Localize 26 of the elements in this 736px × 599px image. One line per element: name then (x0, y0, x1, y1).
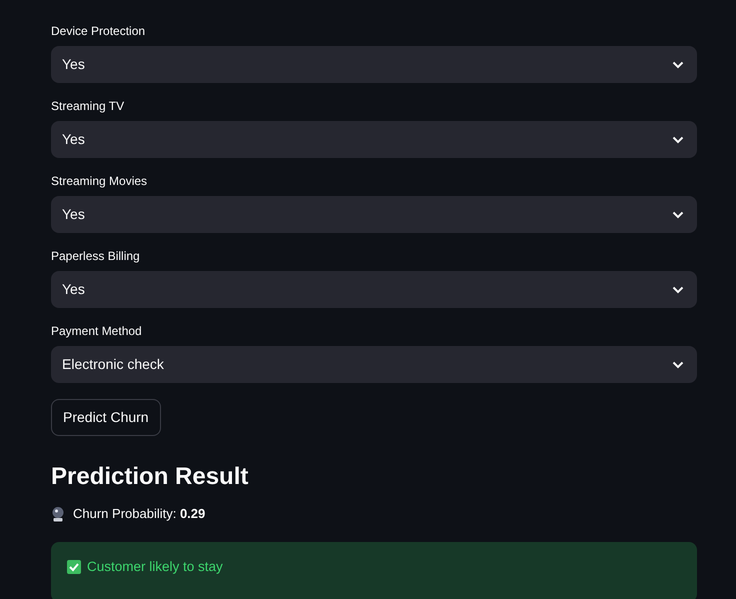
check-icon (67, 560, 81, 574)
select-value: Yes (62, 130, 85, 149)
select-value: Yes (62, 55, 85, 74)
chevron-down-icon (672, 136, 684, 144)
select-value: Electronic check (62, 355, 164, 374)
field-label: Streaming Movies (51, 174, 148, 188)
select-field[interactable]: Electronic check (51, 346, 697, 383)
select-field[interactable]: Yes (51, 121, 697, 158)
select-value: Yes (62, 205, 85, 224)
select-field[interactable]: Yes (51, 271, 697, 308)
crystal-ball-icon (51, 506, 65, 522)
field-label: Streaming TV (51, 99, 126, 113)
chevron-down-icon (672, 60, 684, 68)
select-field[interactable]: Yes (51, 196, 697, 233)
select-value: Yes (62, 280, 85, 299)
field-label: Device Protection (51, 24, 146, 38)
field-label: Payment Method (51, 324, 143, 338)
probability-text: Churn Probability: 0.29 (73, 505, 206, 523)
select-field[interactable]: Yes (51, 46, 697, 83)
alert-message: Customer likely to stay (87, 560, 223, 574)
chevron-down-icon (672, 360, 684, 368)
chevron-down-icon (672, 286, 684, 294)
section-heading: Prediction Result (51, 462, 250, 492)
field-label: Paperless Billing (51, 249, 141, 263)
predict-button[interactable]: Predict Churn (51, 399, 161, 436)
chevron-down-icon (672, 210, 684, 218)
